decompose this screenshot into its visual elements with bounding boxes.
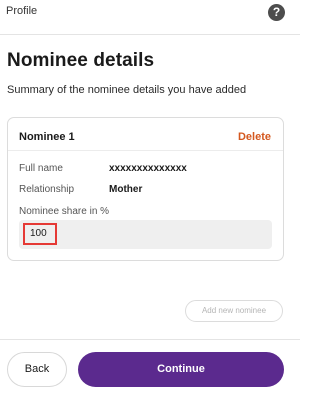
full-name-value: xxxxxxxxxxxxxx	[109, 163, 187, 174]
card-divider	[8, 150, 283, 151]
relationship-value: Mother	[109, 184, 143, 195]
nominee-share-label: Nominee share in %	[19, 206, 110, 217]
continue-button[interactable]: Continue	[78, 352, 284, 387]
nominee-details-screen: Profile ? Nominee details Summary of the…	[0, 0, 300, 398]
add-nominee-button[interactable]: Add new nominee	[185, 300, 283, 322]
nominee-card: Nominee 1 Delete Full name xxxxxxxxxxxxx…	[7, 117, 284, 261]
top-bar: Profile ?	[0, 0, 300, 34]
page-subtitle: Summary of the nominee details you have …	[7, 84, 247, 96]
top-divider	[0, 34, 300, 35]
nominee-share-value[interactable]: 100	[23, 223, 57, 245]
bottom-divider	[0, 339, 300, 340]
full-name-label: Full name	[19, 163, 63, 174]
help-icon[interactable]: ?	[268, 4, 285, 21]
topbar-title: Profile	[6, 5, 38, 17]
page-title: Nominee details	[7, 50, 155, 71]
back-button[interactable]: Back	[7, 352, 67, 387]
nominee-share-field[interactable]: 100	[19, 220, 272, 249]
delete-button[interactable]: Delete	[238, 131, 271, 143]
nominee-label: Nominee 1	[19, 131, 75, 143]
relationship-label: Relationship	[19, 184, 75, 195]
